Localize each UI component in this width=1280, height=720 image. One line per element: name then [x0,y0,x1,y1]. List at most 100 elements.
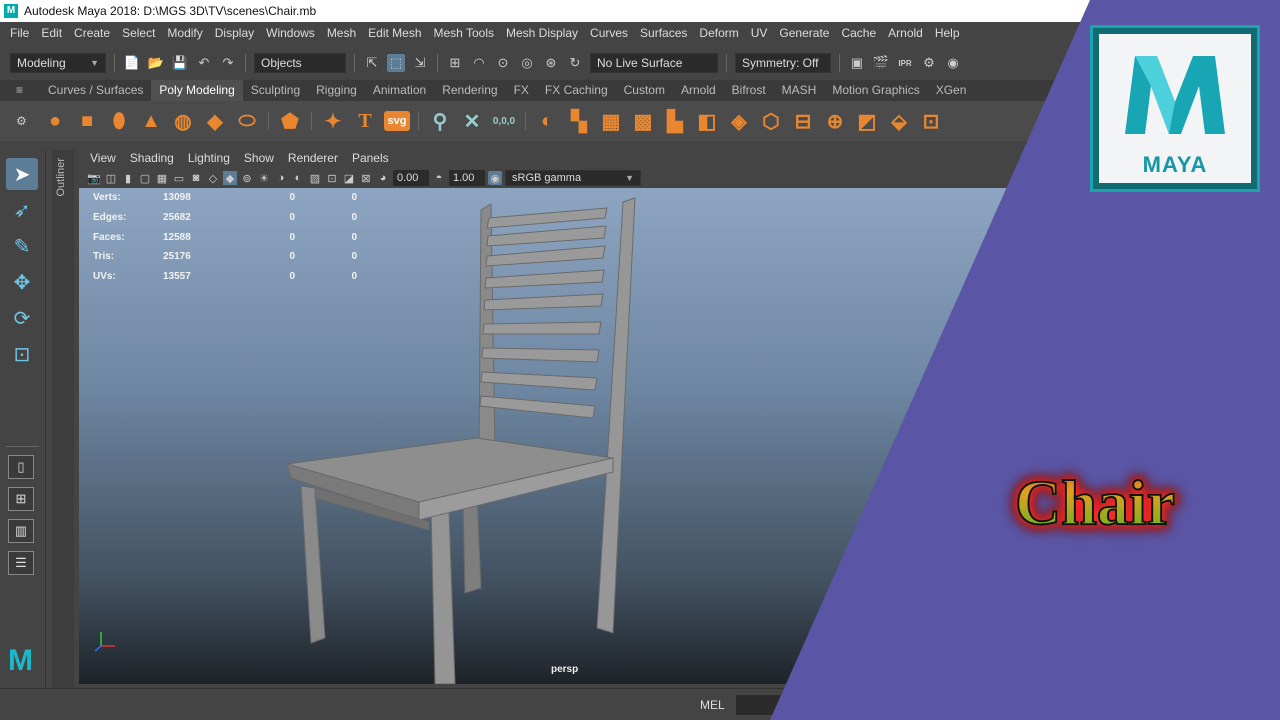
mirror-icon[interactable]: ⊕ [822,108,848,134]
mel-language-label[interactable]: MEL [700,698,725,712]
menu-display[interactable]: Display [209,26,260,40]
menu-surfaces[interactable]: Surfaces [634,26,693,40]
xray-icon[interactable]: ◪ [342,171,356,185]
poly-sphere-icon[interactable]: ● [42,108,68,134]
menu-windows[interactable]: Windows [260,26,321,40]
poly-cylinder-icon[interactable]: ⬮ [106,108,132,134]
quad-draw-icon[interactable]: ⬙ [886,108,912,134]
color-space-dropdown[interactable]: sRGB gamma ▼ [505,170,641,186]
shelf-tab-rigging[interactable]: Rigging [308,80,365,101]
smooth-shade-icon[interactable]: ◆ [223,171,237,185]
panel-menu-lighting[interactable]: Lighting [181,151,237,165]
menu-curves[interactable]: Curves [584,26,634,40]
snap-live-icon[interactable]: ⊛ [542,54,560,72]
shelf-tab-custom[interactable]: Custom [616,80,673,101]
shelf-tab-rendering[interactable]: Rendering [434,80,505,101]
paint-select-tool-icon[interactable]: ✎ [6,230,38,262]
undo-icon[interactable]: ↶ [195,54,213,72]
sculpt-icon[interactable]: ⚲ [427,108,453,134]
menu-select[interactable]: Select [116,26,161,40]
menu-generate[interactable]: Generate [773,26,835,40]
save-scene-icon[interactable]: 💾 [171,54,189,72]
render-view-icon[interactable]: ▣ [848,54,866,72]
shelf-settings-gear-icon[interactable]: ⚙ [16,114,27,128]
four-pane-layout-icon[interactable]: ⊞ [8,487,34,511]
menu-modify[interactable]: Modify [161,26,208,40]
scale-tool-icon[interactable]: ⊡ [6,338,38,370]
film-gate-icon[interactable]: ▭ [172,171,186,185]
smooth-icon[interactable]: ▦ [598,108,624,134]
snap-point-icon[interactable]: ⊙ [494,54,512,72]
new-scene-icon[interactable]: 📄 [123,54,141,72]
command-input[interactable] [736,695,796,715]
bevel-icon[interactable]: ◧ [694,108,720,134]
menu-arnold[interactable]: Arnold [882,26,929,40]
selection-mode-dropdown[interactable]: Objects [254,53,346,73]
multicut-icon[interactable]: ⬡ [758,108,784,134]
shelf-tab-curves-surfaces[interactable]: Curves / Surfaces [40,80,151,101]
separate-icon[interactable]: ▚ [566,108,592,134]
move-tool-icon[interactable]: ✥ [6,266,38,298]
hypershade-icon[interactable]: ◉ [944,54,962,72]
panel-menu-panels[interactable]: Panels [345,151,396,165]
snap-curve-icon[interactable]: ◠ [470,54,488,72]
wireframe-icon[interactable]: ◇ [206,171,220,185]
extrude-icon[interactable]: ▙ [662,108,688,134]
xray-joints-icon[interactable]: ⊠ [359,171,373,185]
outliner-tab[interactable]: Outliner [52,150,74,690]
menu-mesh[interactable]: Mesh [321,26,362,40]
redo-icon[interactable]: ↷ [219,54,237,72]
poly-cone-icon[interactable]: ▲ [138,108,164,134]
menu-mesh-tools[interactable]: Mesh Tools [428,26,500,40]
super-shape-icon[interactable]: ✦ [320,108,346,134]
anti-aliasing-icon[interactable]: ▧ [308,171,322,185]
shelf-tab-mash[interactable]: MASH [774,80,825,101]
platonic-solid-icon[interactable]: ⬟ [277,108,303,134]
bridge-icon[interactable]: ▩ [630,108,656,134]
combine-icon[interactable]: ◐ [534,108,560,134]
exposure-icon[interactable]: ◕ [376,171,390,185]
panel-menu-renderer[interactable]: Renderer [281,151,345,165]
poly-plane-icon[interactable]: ◆ [202,108,228,134]
outliner-layout-icon[interactable]: ☰ [8,551,34,575]
snap-view-plane-icon[interactable]: ◎ [518,54,536,72]
camera-icon[interactable]: 📷 [87,171,101,185]
shelf-tab-fx-caching[interactable]: FX Caching [537,80,616,101]
target-weld-icon[interactable]: ⊟ [790,108,816,134]
rotate-tool-icon[interactable]: ⟳ [6,302,38,334]
panel-menu-shading[interactable]: Shading [123,151,181,165]
select-tool-icon[interactable]: ➤ [6,158,38,190]
gamma-field[interactable]: 1.00 [449,170,485,186]
resolution-gate-icon[interactable]: ◙ [189,171,203,185]
circularize-icon[interactable]: ◩ [854,108,880,134]
menu-file[interactable]: File [4,26,35,40]
select-by-hierarchy-icon[interactable]: ⇱ [363,54,381,72]
poly-cube-icon[interactable]: ■ [74,108,100,134]
menu-deform[interactable]: Deform [693,26,744,40]
exposure-field[interactable]: 0.00 [393,170,429,186]
symmetry-dropdown[interactable]: Symmetry: Off [735,53,831,73]
shelf-menu-icon[interactable]: ≡ [16,80,23,101]
lasso-tool-icon[interactable]: ➶ [6,194,38,226]
gamma-icon[interactable]: ◓ [432,171,446,185]
open-scene-icon[interactable]: 📂 [147,54,165,72]
bookmark-icon[interactable]: ▮ [121,171,135,185]
menu-cache[interactable]: Cache [835,26,882,40]
shelf-tab-animation[interactable]: Animation [365,80,434,101]
menu-set-dropdown[interactable]: Modeling ▼ [10,53,106,73]
shelf-tab-poly-modeling[interactable]: Poly Modeling [151,80,243,101]
history-icon[interactable]: ↻ [566,54,584,72]
single-pane-layout-icon[interactable]: ▯ [8,455,34,479]
shelf-tab-bifrost[interactable]: Bifrost [724,80,774,101]
panel-menu-view[interactable]: View [83,151,123,165]
append-icon[interactable]: ◈ [726,108,752,134]
image-plane-icon[interactable]: ▢ [138,171,152,185]
camera-attributes-icon[interactable]: ◫ [104,171,118,185]
menu-edit[interactable]: Edit [35,26,68,40]
render-current-icon[interactable]: 🎬 [872,54,890,72]
chair-model[interactable] [79,188,1079,684]
poly-disc-icon[interactable]: ⬭ [234,108,260,134]
menu-help[interactable]: Help [929,26,966,40]
menu-create[interactable]: Create [68,26,116,40]
poly-torus-icon[interactable]: ◍ [170,108,196,134]
